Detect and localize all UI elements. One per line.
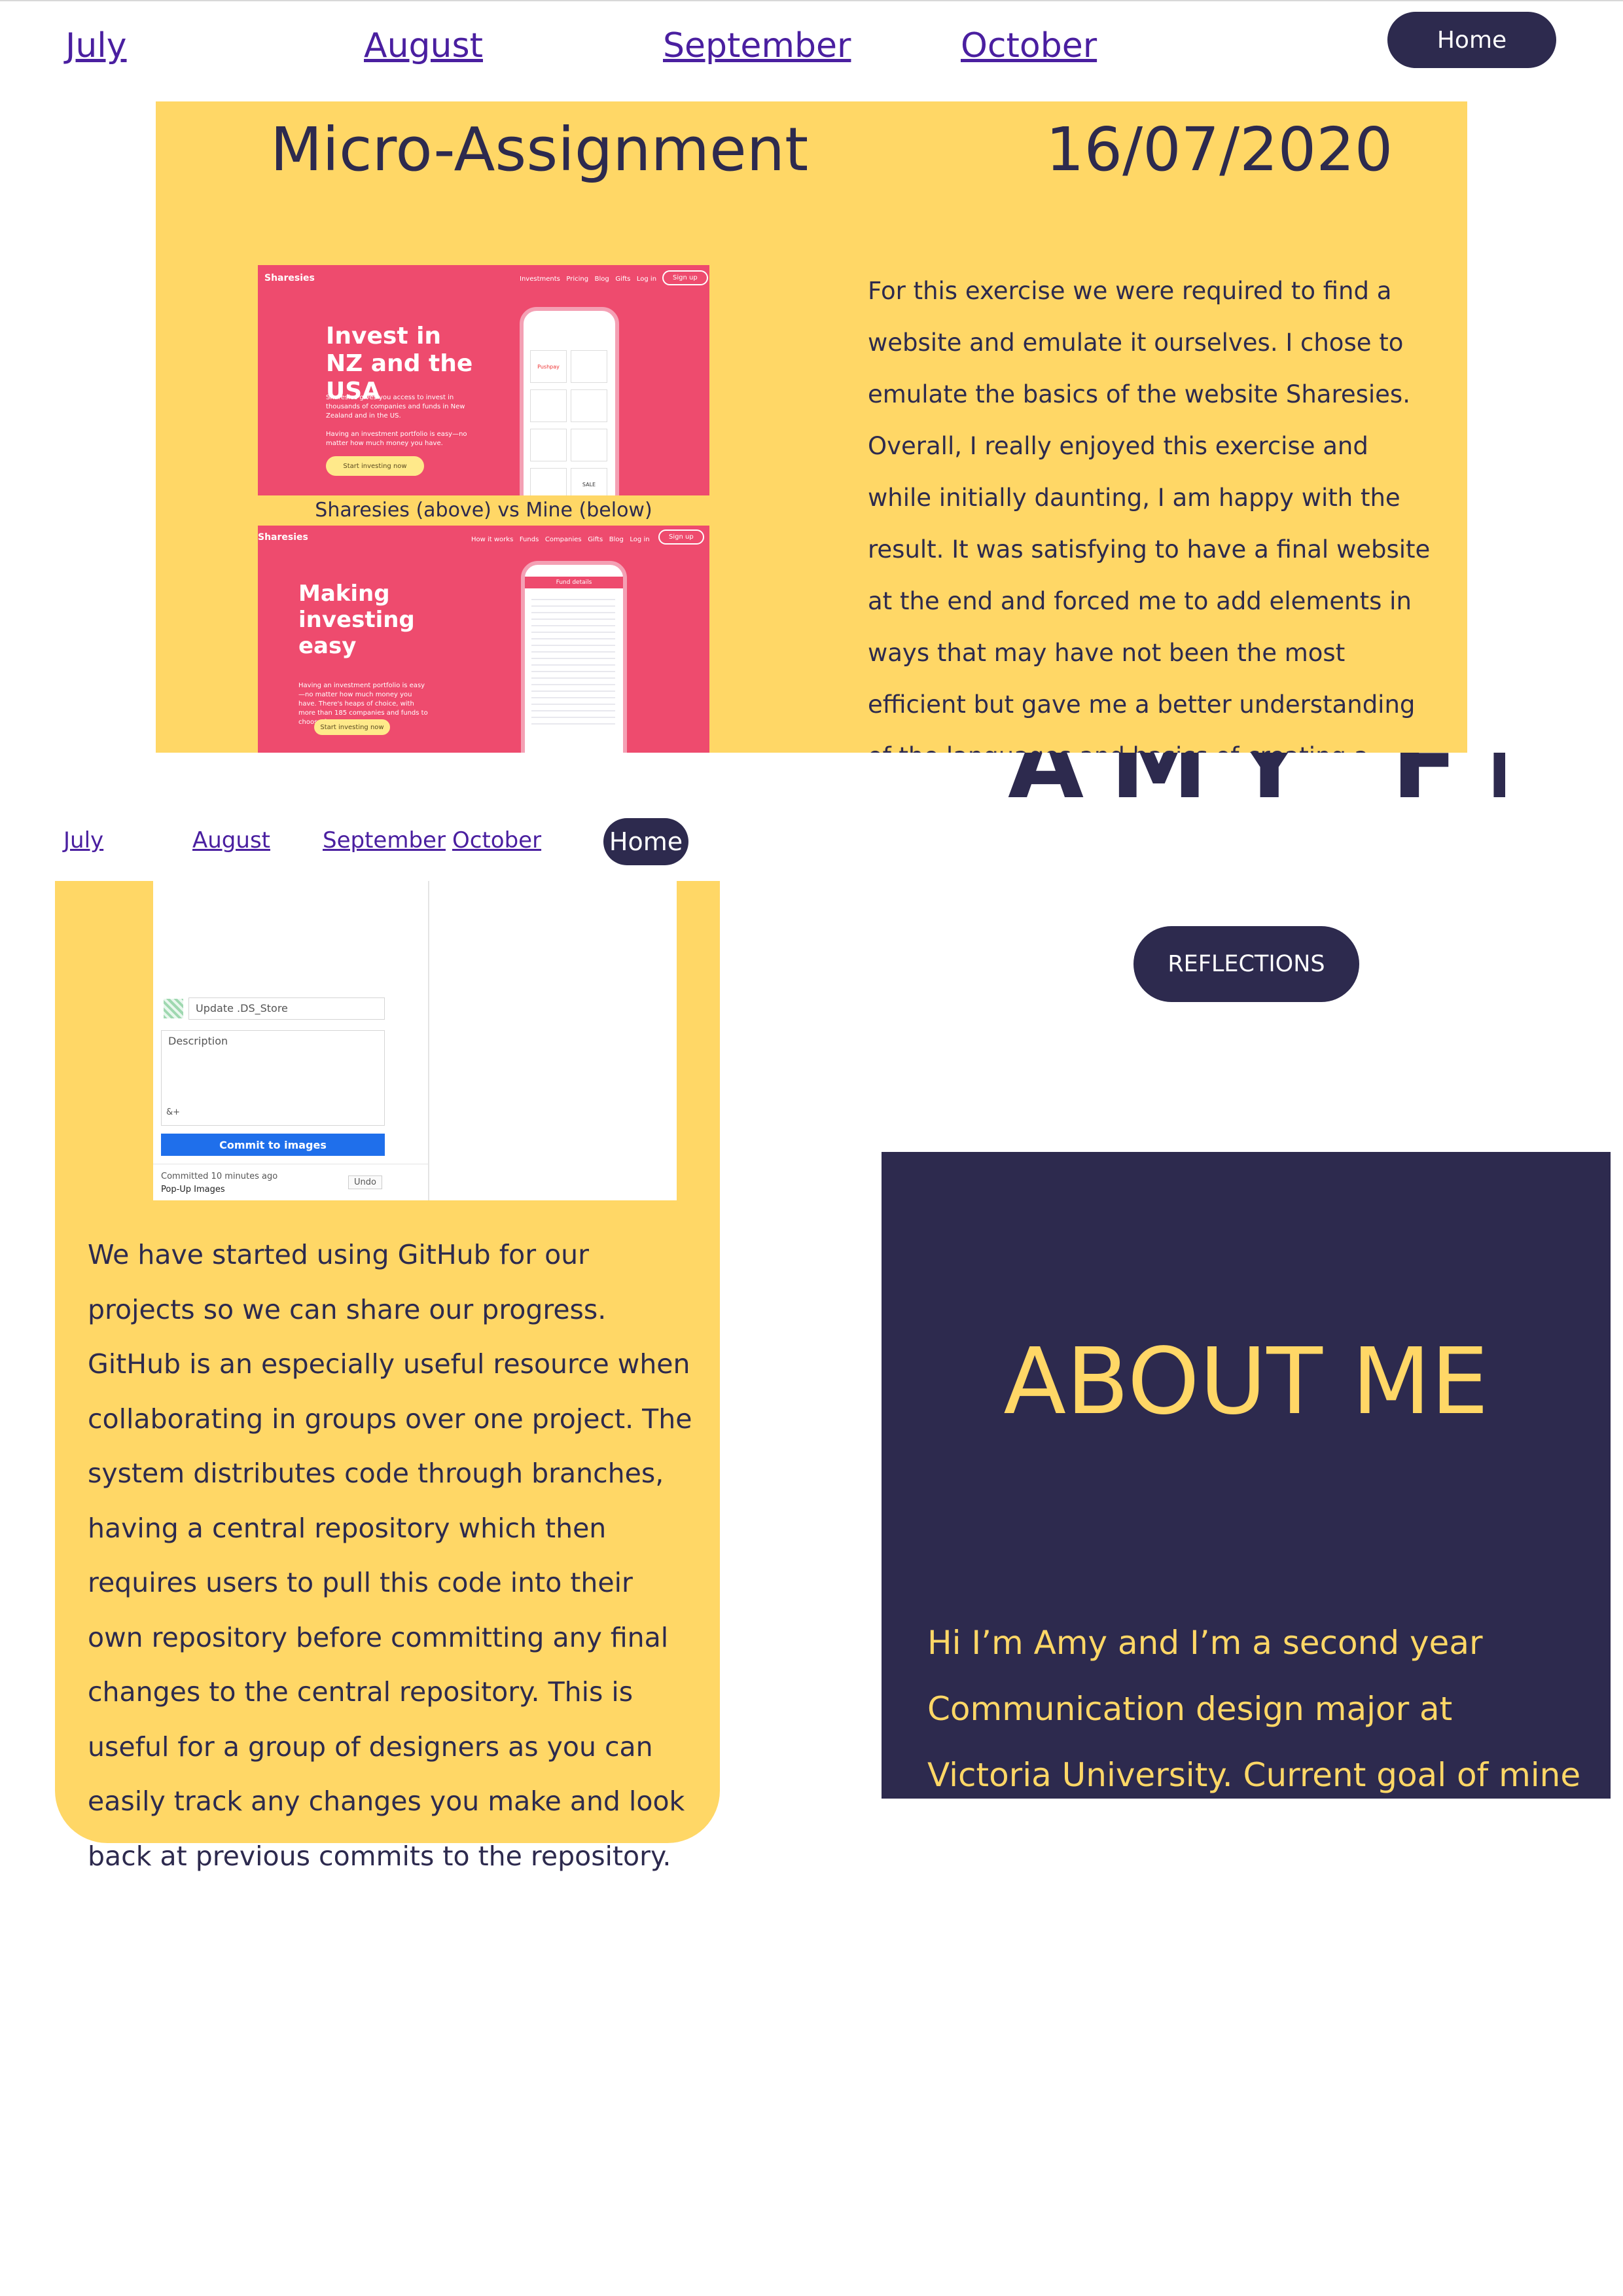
mini-nav-item: Gifts (615, 276, 631, 283)
nav-link-august[interactable]: August (192, 827, 270, 853)
mini-nav: Investments Pricing Blog Gifts Log in (520, 276, 656, 283)
nav-link-august[interactable]: August (364, 26, 483, 65)
mini-signup: Sign up (658, 529, 704, 545)
about-text: Hi I’m Amy and I’m a second year Communi… (927, 1624, 1581, 1794)
home-button[interactable]: Home (1387, 12, 1556, 68)
mini-nav-item: Gifts (588, 536, 603, 543)
micro-assignment-panel: Micro-Assignment 16/07/2020 Sharesies In… (156, 101, 1467, 753)
divider (428, 881, 429, 1200)
about-heading: ABOUT ME (1003, 1329, 1489, 1435)
coauthor-icon[interactable]: &+ (166, 1107, 180, 1117)
github-panel: Update .DS_Store Description &+ Commit t… (55, 881, 720, 1872)
committed-time: Committed 10 minutes ago (161, 1172, 278, 1181)
summary-field[interactable]: Update .DS_Store (188, 997, 385, 1020)
phone-text-lines (531, 594, 615, 725)
about-me-panel: ABOUT ME Hi I’m Amy and I’m a second yea… (882, 1152, 1611, 1799)
mini-nav-item: Blog (609, 536, 624, 543)
phone-card (571, 429, 607, 461)
sharesies-logo: Sharesies (264, 273, 315, 283)
mini-nav: How it works Funds Companies Gifts Blog … (471, 536, 650, 543)
phone-card (571, 350, 607, 383)
nav-link-september[interactable]: September (323, 827, 446, 853)
phone-title: Fund details (525, 577, 623, 588)
micro-assignment-text: For this exercise we were required to fi… (868, 277, 1431, 753)
sharesies-logo: Sharesies (258, 532, 308, 543)
nav-link-october[interactable]: October (452, 827, 541, 853)
screenshot-caption: Sharesies (above) vs Mine (below) (315, 499, 652, 522)
mini-nav-item: Blog (594, 276, 609, 283)
mini-nav-item: Pricing (566, 276, 589, 283)
avatar (164, 999, 183, 1018)
phone-mockup: Fund details (521, 561, 627, 753)
nav-link-september[interactable]: September (663, 26, 851, 65)
hero-heading: Making investing easy (298, 581, 415, 659)
undo-button[interactable]: Undo (348, 1175, 382, 1189)
nav-link-july[interactable]: July (63, 827, 103, 853)
phone-card: Pushpay (530, 350, 567, 383)
phone-card (530, 429, 567, 461)
github-text: We have started using GitHub for our pro… (88, 1239, 692, 1872)
hidden-heading-clip: AMY FLYNN (982, 753, 1505, 818)
mini-nav-item: Log in (636, 276, 657, 283)
phone-card: SALE (571, 468, 607, 495)
cta-button: Start investing now (314, 719, 390, 735)
mini-nav-item: Investments (520, 276, 560, 283)
phone-mockup: Pushpay SALE (520, 307, 619, 495)
hero-body-2: Having an investment portfolio is easy—n… (326, 431, 467, 447)
committed-message: Pop-Up Images (161, 1185, 225, 1194)
home-button[interactable]: Home (603, 818, 688, 865)
phone-card (571, 389, 607, 422)
cta-button: Start investing now (326, 456, 424, 476)
panel-title: Micro-Assignment (270, 115, 809, 185)
description-field[interactable]: Description (161, 1030, 385, 1126)
hero-body: Sharesies gives you access to invest in … (326, 394, 465, 420)
phone-card (530, 468, 567, 495)
mini-nav-item: Log in (630, 536, 650, 543)
sharesies-screenshot: Sharesies Investments Pricing Blog Gifts… (258, 265, 709, 495)
phone-card (530, 389, 567, 422)
mini-signup: Sign up (662, 270, 708, 285)
commit-button[interactable]: Commit to images (161, 1134, 385, 1156)
github-screenshot: Update .DS_Store Description &+ Commit t… (153, 881, 677, 1200)
nav-link-july[interactable]: July (65, 26, 127, 65)
top-border (0, 0, 1623, 1)
emulation-screenshot: Sharesies How it works Funds Companies G… (258, 526, 709, 753)
reflections-button[interactable]: REFLECTIONS (1133, 926, 1359, 1002)
mini-nav-item: How it works (471, 536, 514, 543)
mini-nav-item: Companies (544, 536, 582, 543)
panel-date: 16/07/2020 (1046, 115, 1393, 185)
mini-nav-item: Funds (519, 536, 539, 543)
hidden-heading: AMY FLYNN (1008, 753, 1505, 818)
nav-link-october[interactable]: October (961, 26, 1097, 65)
